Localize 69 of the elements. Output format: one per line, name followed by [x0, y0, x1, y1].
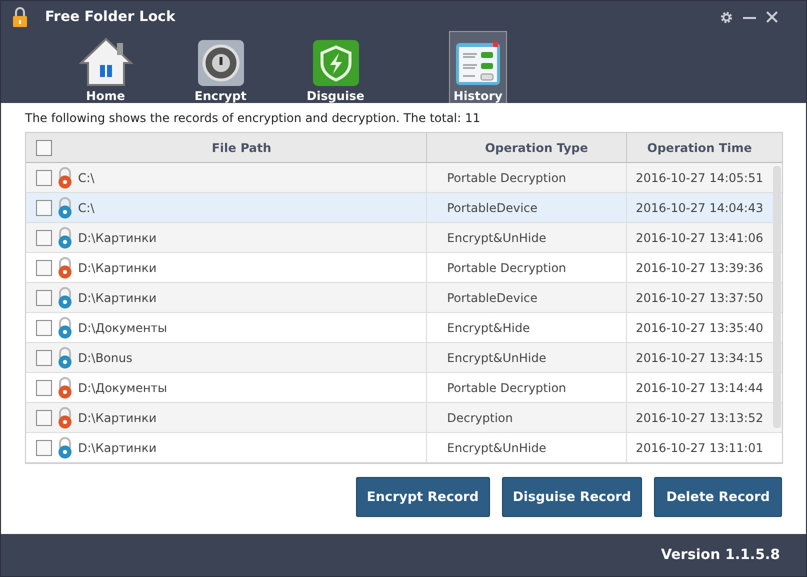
table-cell: PortableDevice: [447, 200, 538, 214]
nav-tab[interactable]: Home: [49, 31, 162, 105]
row-checkbox[interactable]: [36, 380, 52, 396]
nav-tab[interactable]: Encrypt: [164, 31, 277, 105]
shield-bolt-icon: [312, 39, 360, 87]
table-row[interactable]: D:\Bonus Encrypt&UnHide 2016-10-27 13:34:15: [26, 343, 782, 373]
table-cell: 2016-10-27 13:39:36: [636, 260, 764, 274]
table-cell: D:\Картинки: [78, 440, 156, 454]
table-cell: Portable Decryption: [447, 260, 566, 274]
scrollbar[interactable]: [773, 166, 781, 428]
table-cell: D:\Картинки: [78, 410, 156, 424]
table-row[interactable]: D:\Картинки Encrypt&UnHide 2016-10-27 13:41:06: [26, 223, 782, 253]
settings-icon[interactable]: [720, 10, 733, 24]
settings-list-icon: [454, 39, 502, 87]
table-cell: 2016-10-27 13:13:52: [636, 410, 764, 424]
row-checkbox[interactable]: [36, 260, 52, 276]
row-checkbox[interactable]: [36, 320, 52, 336]
close-icon[interactable]: [766, 11, 778, 23]
table-row[interactable]: C:\ PortableDevice 2016-10-27 14:04:43: [26, 193, 782, 223]
column-header[interactable]: Operation Type: [426, 133, 626, 162]
table-cell: D:\Картинки: [78, 260, 156, 274]
column-header[interactable]: File Path: [57, 140, 426, 154]
row-checkbox[interactable]: [36, 350, 52, 366]
table-cell: 2016-10-27 14:04:43: [636, 200, 764, 214]
table-cell: 2016-10-27 13:34:15: [636, 350, 764, 364]
row-checkbox[interactable]: [36, 290, 52, 306]
table-row[interactable]: C:\ Portable Decryption 2016-10-27 14:05:51: [26, 163, 782, 193]
action-button[interactable]: Disguise Record: [502, 477, 642, 517]
table-cell: D:\Bonus: [78, 350, 132, 364]
table-cell: 2016-10-27 13:11:01: [636, 440, 764, 454]
house-icon: [78, 37, 132, 87]
table-cell: 2016-10-27 13:35:40: [636, 320, 764, 334]
table-cell: Portable Decryption: [447, 170, 566, 184]
table-cell: D:\Картинки: [78, 230, 156, 244]
action-button[interactable]: Delete Record: [654, 477, 782, 517]
window-title: Free Folder Lock: [45, 9, 176, 25]
nav-tab[interactable]: Disguise: [279, 31, 392, 105]
row-checkbox[interactable]: [36, 200, 52, 216]
summary-text: The following shows the records of encryption and decryption. The total: 11: [25, 111, 482, 125]
table-row[interactable]: D:\Картинки Encrypt&UnHide 2016-10-27 13:11:01: [26, 433, 782, 463]
nav-tab[interactable]: History: [449, 31, 507, 105]
table-cell: 2016-10-27 13:41:06: [636, 230, 764, 244]
action-button[interactable]: Encrypt Record: [356, 477, 490, 517]
table-cell: C:\: [78, 170, 94, 184]
table-cell: D:\Документы: [78, 380, 168, 394]
row-checkbox[interactable]: [36, 230, 52, 246]
table-cell: 2016-10-27 13:37:50: [636, 290, 764, 304]
select-all-checkbox[interactable]: [36, 140, 52, 156]
table-cell: D:\Документы: [78, 320, 168, 334]
table-cell: 2016-10-27 13:14:44: [636, 380, 764, 394]
table-cell: Encrypt&UnHide: [447, 440, 546, 454]
row-checkbox[interactable]: [36, 440, 52, 456]
table-cell: D:\Картинки: [78, 290, 156, 304]
table-cell: Encrypt&UnHide: [447, 230, 546, 244]
table-cell: PortableDevice: [447, 290, 538, 304]
table-cell: C:\: [78, 200, 94, 214]
padlock-icon: [13, 7, 27, 27]
row-checkbox[interactable]: [36, 410, 52, 426]
table-cell: 2016-10-27 14:05:51: [636, 170, 764, 184]
version-label: Version 1.1.5.8: [661, 547, 780, 563]
column-header[interactable]: Operation Time: [626, 133, 772, 162]
table-row[interactable]: D:\Картинки PortableDevice 2016-10-27 13:37:50: [26, 283, 782, 313]
row-checkbox[interactable]: [36, 170, 52, 186]
table-cell: Encrypt&UnHide: [447, 350, 546, 364]
table-cell: Decryption: [447, 410, 513, 424]
safe-dial-icon: [196, 39, 244, 87]
table-cell: Portable Decryption: [447, 380, 566, 394]
table-row[interactable]: D:\Картинки Decryption 2016-10-27 13:13:52: [26, 403, 782, 433]
table-cell: Encrypt&Hide: [447, 320, 530, 334]
